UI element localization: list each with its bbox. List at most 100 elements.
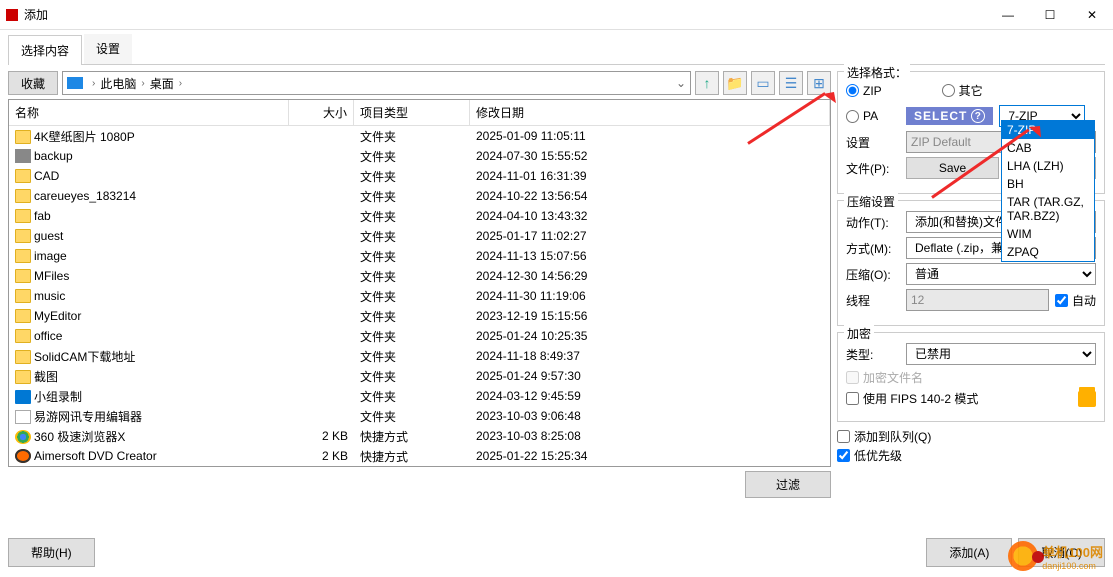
up-button[interactable]: ↑	[695, 71, 719, 95]
fips-checkbox[interactable]: 使用 FIPS 140-2 模式	[846, 390, 978, 407]
table-row[interactable]: 360 极速浏览器X2 KB快捷方式2023-10-03 8:25:08	[9, 426, 830, 446]
main-tabs: 选择内容 设置	[8, 34, 1105, 65]
table-row[interactable]: 小组录制文件夹2024-03-12 9:45:59	[9, 386, 830, 406]
folder-icon	[15, 130, 31, 144]
folder-icon	[15, 249, 31, 263]
level-label: 压缩(O):	[846, 266, 900, 283]
table-row[interactable]: CAD文件夹2024-11-01 16:31:39	[9, 166, 830, 186]
view-list-button[interactable]: ▭	[751, 71, 775, 95]
view-details-button[interactable]: ☰	[779, 71, 803, 95]
select-badge[interactable]: SELECT?	[906, 107, 993, 125]
enc-type-select[interactable]: 已禁用	[906, 343, 1096, 365]
drive-icon	[67, 77, 83, 89]
files-label: 文件(P):	[846, 160, 900, 177]
folder-icon	[15, 370, 31, 384]
table-row[interactable]: 4K壁纸图片 1080P文件夹2025-01-09 11:05:11	[9, 126, 830, 146]
radio-zip[interactable]: ZIP	[846, 82, 882, 99]
table-row[interactable]: image文件夹2024-11-13 15:07:56	[9, 246, 830, 266]
chevron-right-icon: ›	[141, 78, 144, 89]
chrome-icon	[15, 430, 31, 444]
format-option[interactable]: 7-ZIP	[1002, 121, 1094, 139]
folder-icon	[15, 350, 31, 364]
folder-icon	[15, 289, 31, 303]
table-row[interactable]: MyEditor文件夹2023-12-19 15:15:56	[9, 306, 830, 326]
table-row[interactable]: music文件夹2024-11-30 11:19:06	[9, 286, 830, 306]
format-option[interactable]: TAR (TAR.GZ, TAR.BZ2)	[1002, 193, 1094, 225]
table-row[interactable]: SolidCAM下载地址文件夹2024-11-18 8:49:37	[9, 346, 830, 366]
favorite-button[interactable]: 收藏	[8, 71, 58, 95]
minimize-button[interactable]: ―	[987, 0, 1029, 29]
chevron-right-icon: ›	[92, 78, 95, 89]
compress-group-title: 压缩设置	[844, 193, 898, 210]
threads-input	[906, 289, 1049, 311]
lock-icon	[1078, 391, 1096, 407]
col-name[interactable]: 名称	[9, 100, 289, 125]
folder-icon	[15, 229, 31, 243]
dropdown-icon[interactable]: ⌄	[676, 76, 686, 90]
auto-checkbox[interactable]: 自动	[1055, 292, 1096, 309]
enc-files-checkbox: 加密文件名	[846, 369, 1096, 386]
close-button[interactable]: ✕	[1071, 0, 1113, 29]
watermark-url: danji100.com	[1042, 561, 1103, 571]
monitor-icon	[15, 390, 31, 404]
table-row[interactable]: office文件夹2025-01-24 10:25:35	[9, 326, 830, 346]
folder-icon	[15, 329, 31, 343]
format-option[interactable]: ZPAQ	[1002, 243, 1094, 261]
view-icons-button[interactable]: ⊞	[807, 71, 831, 95]
radio-other[interactable]: 其它	[942, 82, 983, 99]
folder-icon	[15, 189, 31, 203]
threads-label: 线程	[846, 292, 900, 309]
folder-icon	[15, 309, 31, 323]
low-priority-checkbox[interactable]: 低优先级	[837, 447, 1105, 464]
maximize-button[interactable]: ☐	[1029, 0, 1071, 29]
table-row[interactable]: 截图文件夹2025-01-24 9:57:30	[9, 366, 830, 386]
format-option[interactable]: LHA (LZH)	[1002, 157, 1094, 175]
orange-icon	[15, 449, 31, 463]
format-option[interactable]: WIM	[1002, 225, 1094, 243]
table-row[interactable]: guest文件夹2025-01-17 11:02:27	[9, 226, 830, 246]
paper-icon	[15, 410, 31, 424]
format-group-title: 选择格式：	[844, 64, 910, 81]
app-icon	[6, 9, 18, 21]
new-folder-button[interactable]: 📁	[723, 71, 747, 95]
format-dropdown-list: 7-ZIPCABLHA (LZH)BHTAR (TAR.GZ, TAR.BZ2)…	[1001, 120, 1095, 262]
col-size[interactable]: 大小	[289, 100, 354, 125]
help-button[interactable]: 帮助(H)	[8, 538, 95, 567]
tab-content[interactable]: 选择内容	[8, 35, 82, 65]
tab-settings[interactable]: 设置	[84, 34, 132, 64]
add-queue-checkbox[interactable]: 添加到队列(Q)	[837, 428, 1105, 445]
table-row[interactable]: fab文件夹2024-04-10 13:43:32	[9, 206, 830, 226]
enc-type-label: 类型:	[846, 346, 900, 363]
table-row[interactable]: MFiles文件夹2024-12-30 14:56:29	[9, 266, 830, 286]
breadcrumb-root[interactable]: 此电脑	[100, 75, 136, 92]
breadcrumb-folder[interactable]: 桌面	[150, 75, 174, 92]
method-label: 方式(M):	[846, 240, 900, 257]
format-option[interactable]: BH	[1002, 175, 1094, 193]
watermark: 单机100网 danji100.com	[1008, 541, 1103, 571]
col-date[interactable]: 修改日期	[470, 100, 830, 125]
folder-icon	[15, 169, 31, 183]
col-type[interactable]: 项目类型	[354, 100, 470, 125]
add-button[interactable]: 添加(A)	[926, 538, 1012, 567]
filter-button[interactable]: 过滤	[745, 471, 831, 498]
table-row[interactable]: 易游网讯专用编辑器文件夹2023-10-03 9:06:48	[9, 406, 830, 426]
folder-icon	[15, 269, 31, 283]
watermark-logo-icon	[1008, 541, 1038, 571]
save-button[interactable]: Save	[906, 157, 999, 179]
file-list-header: 名称 大小 项目类型 修改日期	[9, 100, 830, 126]
settings-label: 设置	[846, 134, 900, 151]
radio-pa[interactable]: PA	[846, 109, 900, 123]
table-row[interactable]: Aimersoft DVD Creator2 KB快捷方式2025-01-22 …	[9, 446, 830, 466]
table-row[interactable]: careueyes_183214文件夹2024-10-22 13:56:54	[9, 186, 830, 206]
table-row[interactable]: backup文件夹2024-07-30 15:55:52	[9, 146, 830, 166]
level-select[interactable]: 普通	[906, 263, 1096, 285]
file-list: 名称 大小 项目类型 修改日期 4K壁纸图片 1080P文件夹2025-01-0…	[8, 99, 831, 467]
folder-icon	[15, 209, 31, 223]
window-title: 添加	[24, 6, 987, 23]
breadcrumb[interactable]: › 此电脑 › 桌面 › ⌄	[62, 71, 691, 95]
encrypt-group-title: 加密	[844, 325, 874, 342]
watermark-name: 单机100网	[1042, 545, 1103, 560]
action-label: 动作(T):	[846, 214, 900, 231]
format-option[interactable]: CAB	[1002, 139, 1094, 157]
chevron-right-icon: ›	[179, 78, 182, 89]
